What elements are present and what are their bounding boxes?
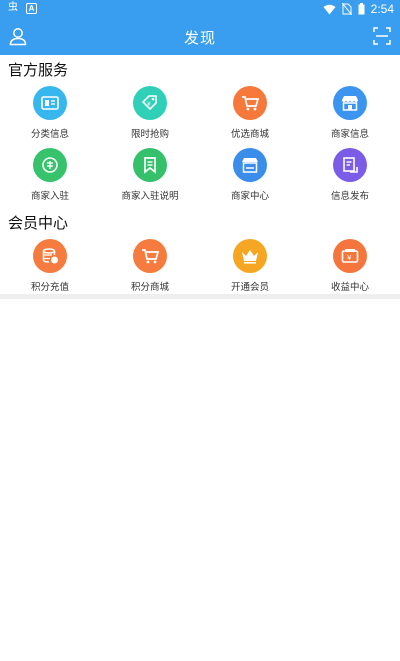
service-label: 商家信息 xyxy=(330,129,369,140)
bug-notification-icon: 虫 xyxy=(8,2,18,13)
category-icon xyxy=(33,86,67,120)
app-notification-icon: A xyxy=(26,2,37,14)
official-services-grid: 分类信息 ¥ 限时抢购 优选商城 商家信息 商家入驻 商家入驻说明 商家中心 信… xyxy=(0,86,400,210)
top-app-bar: 发现 xyxy=(0,18,400,55)
official-services-title: 官方服务 xyxy=(8,61,69,79)
member-label: 积分商城 xyxy=(130,282,169,293)
member-label: 开通会员 xyxy=(230,282,269,293)
store-icon xyxy=(333,86,367,120)
service-label: 信息发布 xyxy=(330,191,369,202)
cart-icon xyxy=(233,86,267,120)
publish-icon xyxy=(333,148,367,182)
scan-button[interactable] xyxy=(372,26,392,46)
member-points-recharge[interactable]: 积分充值 xyxy=(0,239,100,301)
service-merchant-info[interactable]: 商家信息 xyxy=(300,86,400,148)
service-category-info[interactable]: 分类信息 xyxy=(0,86,100,148)
member-label: 积分充值 xyxy=(30,282,69,293)
service-label: 商家中心 xyxy=(230,191,269,202)
service-flash-sale[interactable]: ¥ 限时抢购 xyxy=(100,86,200,148)
service-label: 商家入驻说明 xyxy=(121,191,179,202)
battery-icon xyxy=(358,3,365,15)
status-bar: 虫 A 2:54 xyxy=(0,0,400,18)
svg-text:¥: ¥ xyxy=(347,254,352,262)
no-sim-icon xyxy=(341,3,352,15)
member-earnings-center[interactable]: ¥ 收益中心 xyxy=(300,239,400,301)
service-label: 限时抢购 xyxy=(130,129,169,140)
clock-time: 2:54 xyxy=(370,2,394,16)
crown-icon xyxy=(233,239,267,273)
member-center-title: 会员中心 xyxy=(8,214,69,232)
member-center-grid: 积分充值 积分商城 开通会员 ¥ 收益中心 xyxy=(0,239,400,301)
wifi-icon xyxy=(323,4,336,15)
section-divider xyxy=(0,294,400,299)
service-label: 优选商城 xyxy=(230,129,269,140)
bookmark-doc-icon xyxy=(133,148,167,182)
member-label: 收益中心 xyxy=(330,282,369,293)
service-merchant-center[interactable]: 商家中心 xyxy=(200,148,300,210)
page-title: 发现 xyxy=(183,29,216,47)
shop-center-icon xyxy=(233,148,267,182)
member-points-mall[interactable]: 积分商城 xyxy=(100,239,200,301)
service-selected-mall[interactable]: 优选商城 xyxy=(200,86,300,148)
svg-text:¥: ¥ xyxy=(147,101,151,108)
cart-icon xyxy=(133,239,167,273)
service-merchant-join[interactable]: 商家入驻 xyxy=(0,148,100,210)
coins-icon xyxy=(33,239,67,273)
member-open-membership[interactable]: 开通会员 xyxy=(200,239,300,301)
wallet-icon: ¥ xyxy=(333,239,367,273)
scan-icon xyxy=(373,27,391,45)
tag-icon: ¥ xyxy=(133,86,167,120)
service-publish-info[interactable]: 信息发布 xyxy=(300,148,400,210)
service-label: 分类信息 xyxy=(30,129,69,140)
service-label: 商家入驻 xyxy=(30,191,69,202)
join-icon xyxy=(33,148,67,182)
service-merchant-join-guide[interactable]: 商家入驻说明 xyxy=(100,148,200,210)
